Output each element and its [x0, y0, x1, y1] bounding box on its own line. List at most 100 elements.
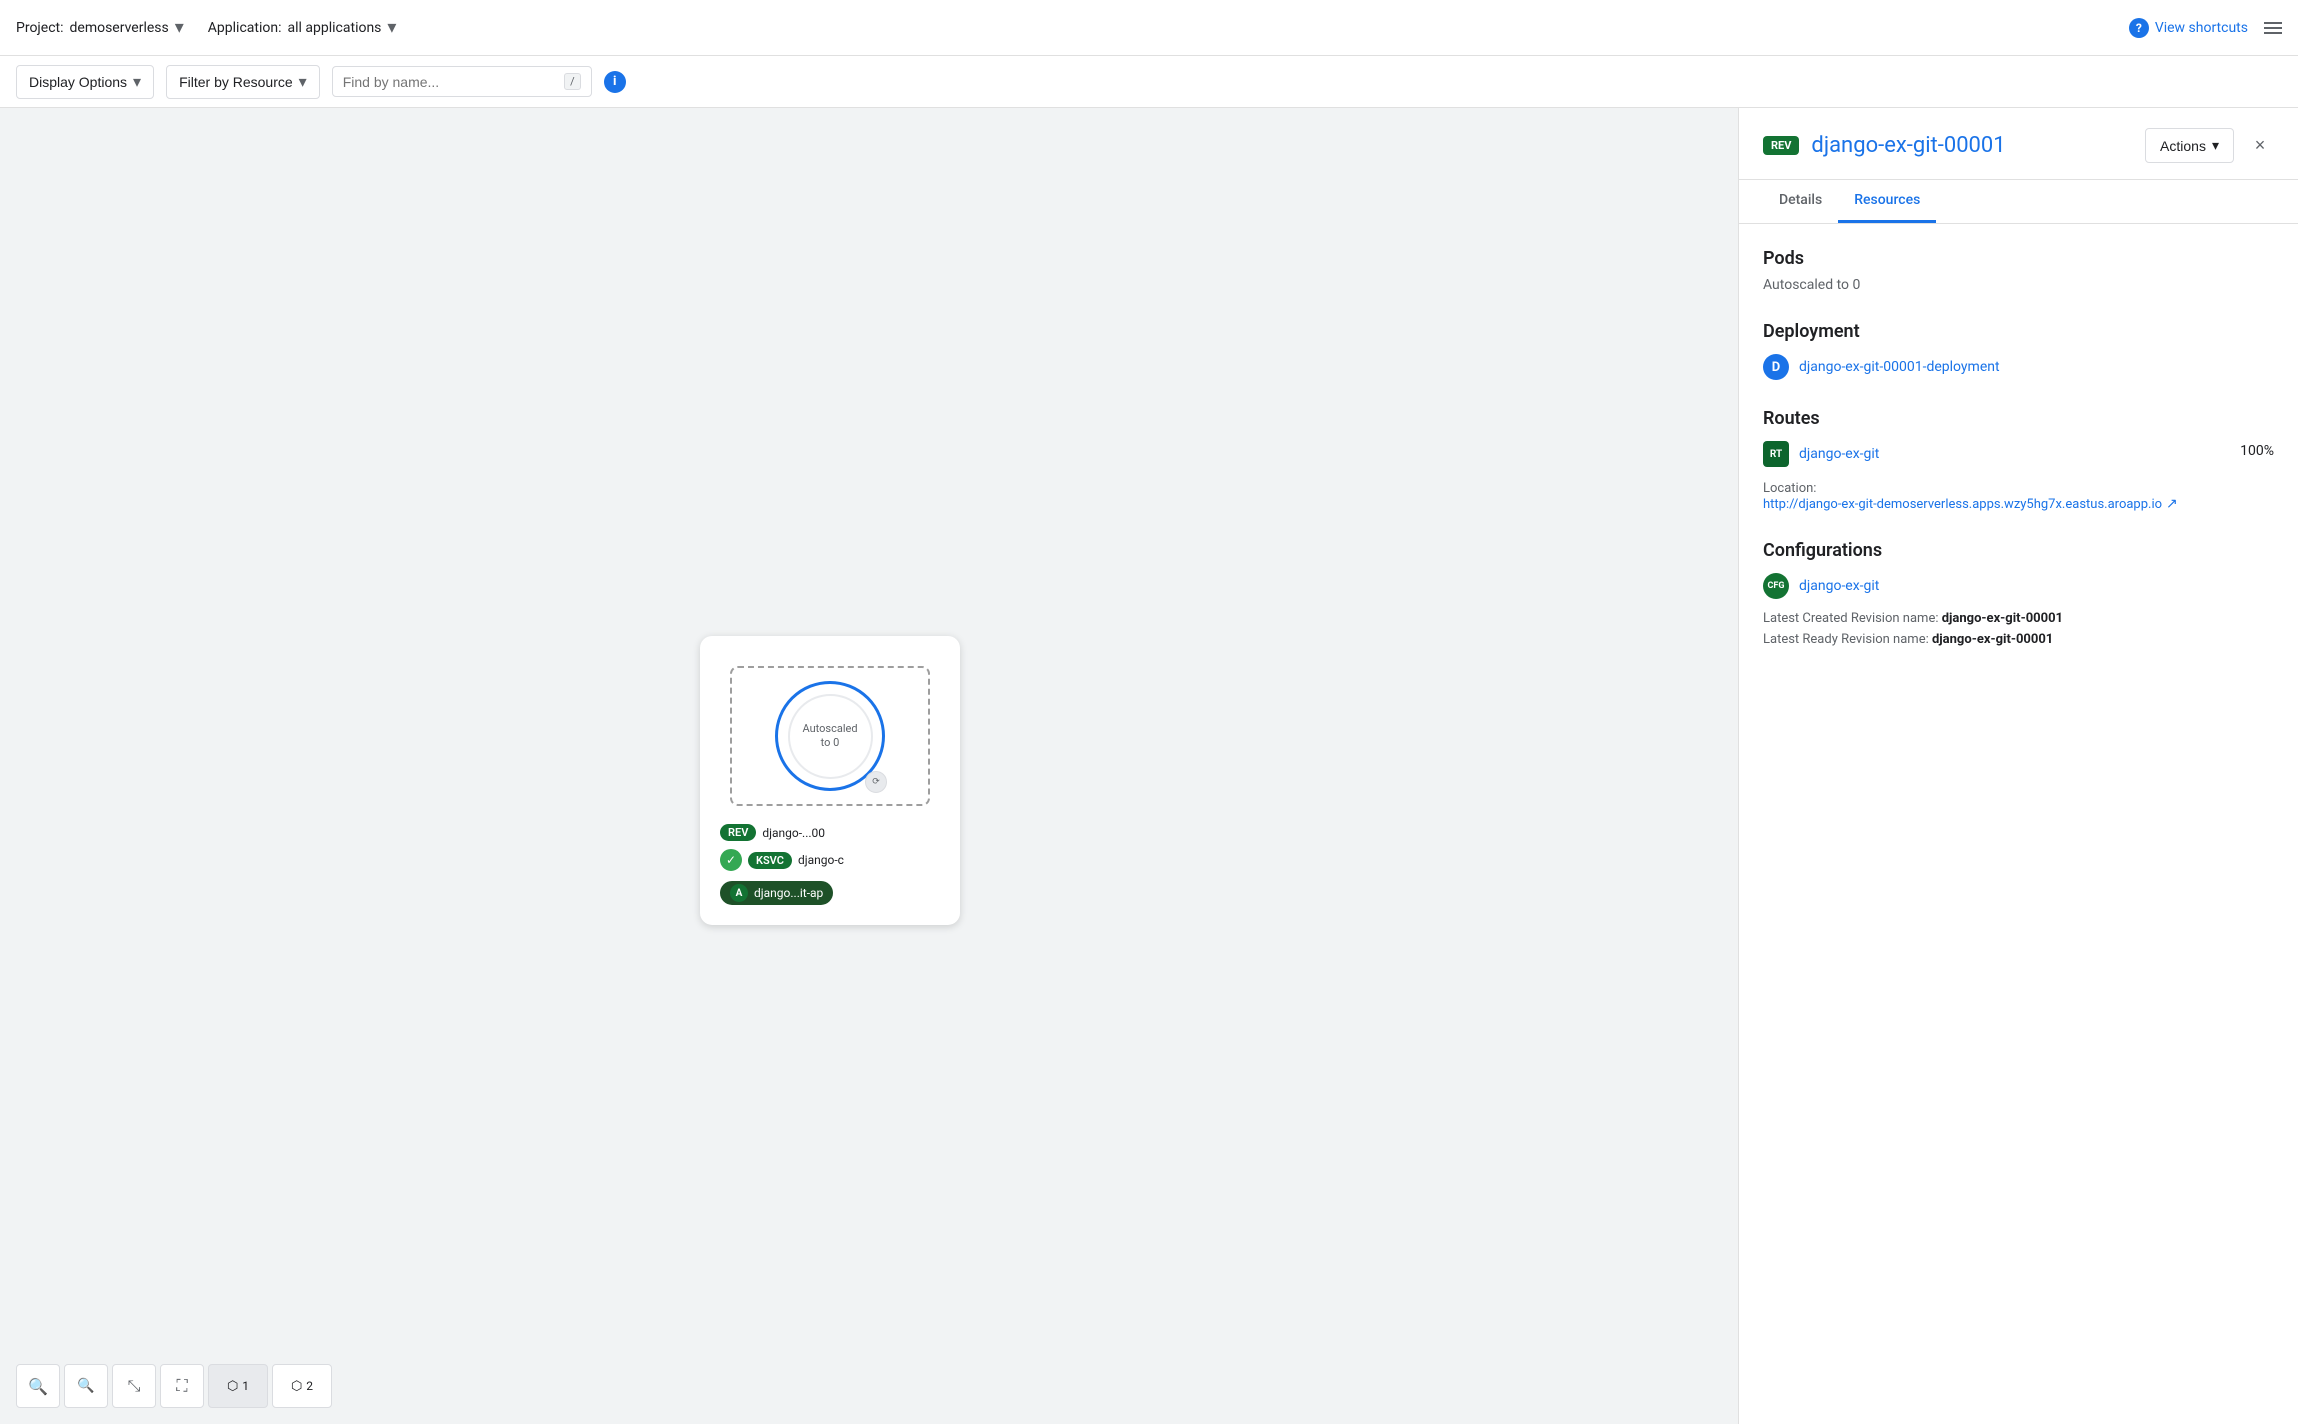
location-url-link[interactable]: http://django-ex-git-demoserverless.apps… — [1763, 496, 2178, 512]
nav-right: ? View shortcuts — [2129, 18, 2282, 38]
a-name: django...it-ap — [754, 886, 823, 900]
deployment-link-text: django-ex-git-00001-deployment — [1799, 359, 2000, 375]
collapse-button[interactable]: ⤡ — [112, 1364, 156, 1408]
cfg-latest-created: Latest Created Revision name: django-ex-… — [1763, 611, 2274, 626]
check-badge: ✓ — [720, 849, 742, 871]
actions-chevron-icon: ▾ — [2212, 137, 2219, 154]
tab-resources[interactable]: Resources — [1838, 180, 1936, 223]
canvas-area: Autoscaledto 0 ⟳ REV django-...00 ✓ KSVC — [0, 108, 1738, 1424]
circle-container: Autoscaledto 0 ⟳ — [720, 656, 940, 816]
location-label: Location: — [1763, 481, 2178, 496]
node-filter-2-label: 2 — [306, 1379, 313, 1393]
panel-tabs: Details Resources — [1739, 180, 2298, 224]
route-rt-badge: RT — [1763, 441, 1789, 467]
display-options-label: Display Options — [29, 74, 127, 90]
deployment-d-badge: D — [1763, 354, 1789, 380]
view-shortcuts-label: View shortcuts — [2155, 20, 2248, 36]
rev-tag[interactable]: REV — [720, 824, 756, 841]
close-icon: × — [2255, 135, 2266, 156]
toolbar: Display Options ▾ Filter by Resource ▾ /… — [0, 56, 2298, 108]
info-icon[interactable]: i — [604, 71, 626, 93]
route-link[interactable]: RT django-ex-git Location: http://django… — [1763, 441, 2178, 512]
application-selector[interactable]: Application: all applications ▾ — [208, 17, 397, 38]
rev-resource-row: REV django-...00 — [720, 824, 940, 841]
route-name: django-ex-git — [1799, 446, 1879, 462]
ksvc-resource-row: ✓ KSVC django-c — [720, 849, 940, 871]
expand-icon: ⛶ — [176, 1376, 187, 1396]
node-filter-2-button[interactable]: ⬡ 2 — [272, 1364, 332, 1408]
project-selector[interactable]: Project: demoserverless ▾ — [16, 17, 184, 38]
top-navigation: Project: demoserverless ▾ Application: a… — [0, 0, 2298, 56]
collapse-icon: ⤡ — [128, 1376, 141, 1396]
route-row: RT django-ex-git Location: http://django… — [1763, 441, 2274, 512]
application-label: Application: — [208, 20, 282, 36]
actions-button[interactable]: Actions ▾ — [2145, 128, 2234, 163]
close-panel-button[interactable]: × — [2246, 132, 2274, 160]
filter-by-resource-label: Filter by Resource — [179, 74, 293, 90]
circle-outer: Autoscaledto 0 ⟳ — [775, 681, 885, 791]
search-input[interactable] — [343, 74, 560, 90]
ksvc-tag[interactable]: KSVC — [748, 851, 792, 868]
nav-left: Project: demoserverless ▾ Application: a… — [16, 17, 396, 38]
cfg-row: CFG django-ex-git — [1763, 573, 2274, 599]
circle-inner: Autoscaledto 0 — [788, 693, 873, 778]
node-filter-icon-2: ⬡ — [291, 1379, 302, 1394]
zoom-in-icon: 🔍 — [28, 1377, 48, 1396]
routes-title: Routes — [1763, 408, 2274, 429]
project-label: Project: — [16, 20, 64, 36]
routes-section: Routes RT django-ex-git Location: — [1763, 408, 2274, 512]
cfg-latest-ready: Latest Ready Revision name: django-ex-gi… — [1763, 632, 2274, 647]
panel-content: Pods Autoscaled to 0 Deployment D django… — [1739, 224, 2298, 1424]
panel-resource-title: django-ex-git-00001 — [1811, 133, 2005, 158]
configurations-section: Configurations CFG django-ex-git Latest … — [1763, 540, 2274, 647]
a-resource-row: A django...it-ap — [720, 881, 940, 905]
pods-title: Pods — [1763, 248, 2274, 269]
info-label: i — [613, 74, 616, 89]
pods-subtitle: Autoscaled to 0 — [1763, 277, 2274, 293]
zoom-out-icon: 🔍 — [77, 1378, 94, 1394]
help-icon: ? — [2129, 18, 2149, 38]
side-panel: REV django-ex-git-00001 Actions ▾ × Deta… — [1738, 108, 2298, 1424]
cfg-latest-created-label: Latest Created Revision name: — [1763, 611, 1938, 626]
a-letter-icon: A — [730, 884, 748, 902]
cfg-link[interactable]: django-ex-git — [1799, 578, 1879, 594]
filter-by-resource-button[interactable]: Filter by Resource ▾ — [166, 65, 320, 99]
deployment-link[interactable]: D django-ex-git-00001-deployment — [1763, 354, 2274, 380]
project-chevron-icon: ▾ — [175, 17, 184, 38]
cfg-latest-created-value: django-ex-git-00001 — [1942, 611, 2063, 626]
display-options-button[interactable]: Display Options ▾ — [16, 65, 154, 99]
circle-badge: ⟳ — [865, 771, 887, 793]
pods-section: Pods Autoscaled to 0 — [1763, 248, 2274, 293]
expand-button[interactable]: ⛶ — [160, 1364, 204, 1408]
bottom-toolbar: 🔍 🔍 ⤡ ⛶ ⬡ 1 ⬡ 2 — [16, 1364, 332, 1408]
node-filter-1-button[interactable]: ⬡ 1 — [208, 1364, 268, 1408]
canvas-content: Autoscaledto 0 ⟳ REV django-...00 ✓ KSVC — [700, 636, 960, 925]
location-url-text: http://django-ex-git-demoserverless.apps… — [1763, 497, 2162, 512]
project-name: demoserverless — [70, 20, 169, 36]
autoscaled-label: Autoscaledto 0 — [802, 722, 857, 751]
configurations-title: Configurations — [1763, 540, 2274, 561]
zoom-out-button[interactable]: 🔍 — [64, 1364, 108, 1408]
node-filter-icon-1: ⬡ — [227, 1379, 238, 1394]
panel-header-right: Actions ▾ × — [2145, 128, 2274, 163]
cfg-badge: CFG — [1763, 573, 1789, 599]
app-card: Autoscaledto 0 ⟳ REV django-...00 ✓ KSVC — [700, 636, 960, 925]
search-shortcut: / — [564, 73, 581, 90]
grid-menu-icon[interactable] — [2264, 22, 2282, 34]
cfg-latest-ready-label: Latest Ready Revision name: — [1763, 632, 1929, 647]
route-percentage: 100% — [2240, 441, 2274, 459]
a-tag-item[interactable]: A django...it-ap — [720, 881, 833, 905]
panel-rev-badge: REV — [1763, 136, 1799, 155]
tab-details[interactable]: Details — [1763, 180, 1838, 223]
rev-name[interactable]: django-...00 — [762, 825, 825, 839]
deployment-title: Deployment — [1763, 321, 2274, 342]
view-shortcuts-button[interactable]: ? View shortcuts — [2129, 18, 2248, 38]
zoom-in-button[interactable]: 🔍 — [16, 1364, 60, 1408]
filter-chevron-icon: ▾ — [299, 72, 307, 92]
cfg-name: django-ex-git — [1799, 578, 1879, 594]
search-box[interactable]: / — [332, 66, 592, 97]
application-chevron-icon: ▾ — [387, 17, 396, 38]
deployment-section: Deployment D django-ex-git-00001-deploym… — [1763, 321, 2274, 380]
panel-header: REV django-ex-git-00001 Actions ▾ × — [1739, 108, 2298, 180]
ksvc-name[interactable]: django-c — [798, 853, 844, 867]
